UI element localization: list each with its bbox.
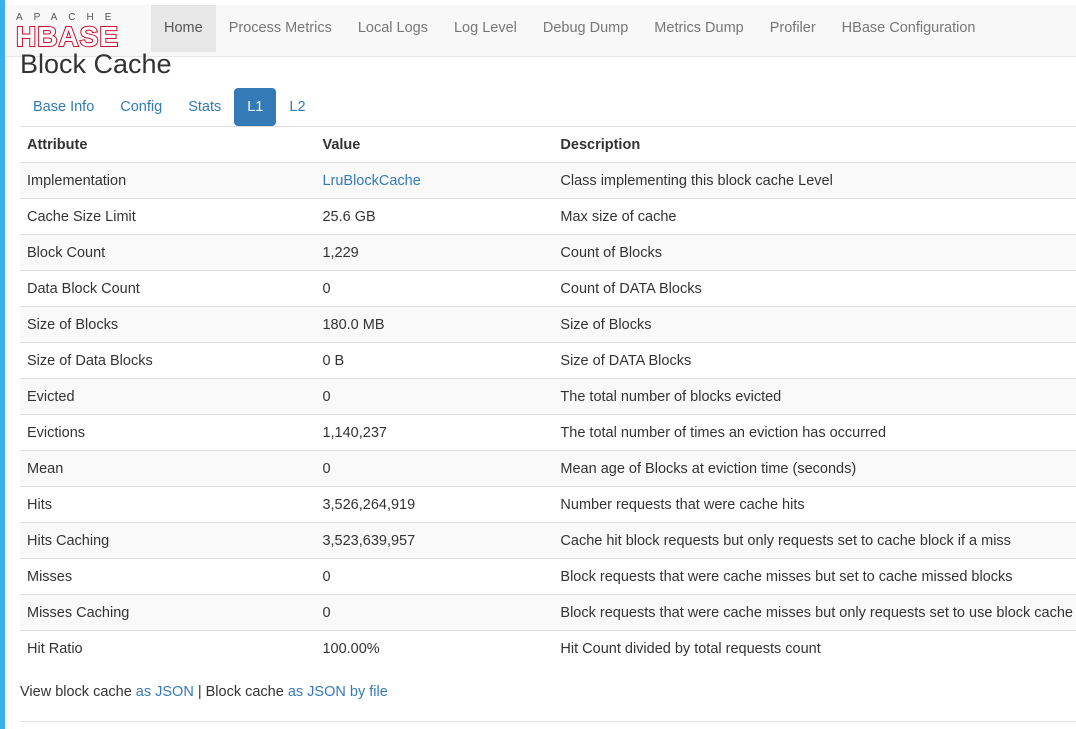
value-cell: 1,140,237 bbox=[315, 414, 554, 451]
value-cell: 1,229 bbox=[315, 234, 554, 271]
page-title: Block Cache bbox=[20, 44, 172, 84]
attribute-cell: Hit Ratio bbox=[20, 630, 316, 666]
table-row: Evicted 0 The total number of blocks evi… bbox=[20, 378, 1076, 415]
table-row: Mean 0 Mean age of Blocks at eviction ti… bbox=[20, 450, 1076, 487]
table-row: Misses Caching 0 Block requests that wer… bbox=[20, 594, 1076, 631]
footer-divider bbox=[20, 721, 1076, 722]
table-row: Cache Size Limit 25.6 GB Max size of cac… bbox=[20, 198, 1076, 235]
attribute-cell: Hits Caching bbox=[20, 522, 316, 559]
value-cell: 0 B bbox=[315, 342, 554, 379]
value-cell: 0 bbox=[315, 594, 554, 631]
nav-profiler[interactable]: Profiler bbox=[757, 5, 829, 52]
value-cell: 100.00% bbox=[315, 630, 554, 666]
description-cell: The total number of blocks evicted bbox=[553, 378, 1076, 415]
value-cell: 25.6 GB bbox=[315, 198, 554, 235]
attribute-cell: Misses bbox=[20, 558, 316, 595]
value-cell: 180.0 MB bbox=[315, 306, 554, 343]
description-cell: Block requests that were cache misses bu… bbox=[553, 558, 1076, 595]
nav-log-level[interactable]: Log Level bbox=[441, 5, 530, 52]
json-links-line: View block cache as JSON | Block cache a… bbox=[20, 684, 388, 700]
table-row: Data Block Count 0 Count of DATA Blocks bbox=[20, 270, 1076, 307]
table-row: Misses 0 Block requests that were cache … bbox=[20, 558, 1076, 595]
tab-base-info[interactable]: Base Info bbox=[20, 88, 107, 126]
table-row: Size of Data Blocks 0 B Size of DATA Blo… bbox=[20, 342, 1076, 379]
description-cell: The total number of times an eviction ha… bbox=[553, 414, 1076, 451]
table-row: Hits 3,526,264,919 Number requests that … bbox=[20, 486, 1076, 523]
footer-text-view: View block cache bbox=[20, 684, 136, 700]
attribute-cell: Misses Caching bbox=[20, 594, 316, 631]
description-cell: Cache hit block requests but only reques… bbox=[553, 522, 1076, 559]
header-value: Value bbox=[315, 126, 554, 163]
main-nav: Home Process Metrics Local Logs Log Leve… bbox=[151, 5, 988, 57]
description-cell: Mean age of Blocks at eviction time (sec… bbox=[553, 450, 1076, 487]
attribute-cell: Evicted bbox=[20, 378, 316, 415]
block-cache-tabs: Base Info Config Stats L1 L2 bbox=[20, 88, 319, 126]
nav-debug-dump[interactable]: Debug Dump bbox=[530, 5, 641, 52]
value-cell: 3,526,264,919 bbox=[315, 486, 554, 523]
table-row: Block Count 1,229 Count of Blocks bbox=[20, 234, 1076, 271]
left-accent-bar bbox=[0, 0, 5, 729]
value-cell: 0 bbox=[315, 270, 554, 307]
description-cell: Count of DATA Blocks bbox=[553, 270, 1076, 307]
lru-block-cache-link[interactable]: LruBlockCache bbox=[322, 173, 420, 189]
attribute-cell: Data Block Count bbox=[20, 270, 316, 307]
description-cell: Size of DATA Blocks bbox=[553, 342, 1076, 379]
table-row: Hits Caching 3,523,639,957 Cache hit blo… bbox=[20, 522, 1076, 559]
attribute-cell: Block Count bbox=[20, 234, 316, 271]
description-cell: Hit Count divided by total requests coun… bbox=[553, 630, 1076, 666]
table-row: Implementation LruBlockCache Class imple… bbox=[20, 162, 1076, 199]
description-cell: Block requests that were cache misses bu… bbox=[553, 594, 1076, 631]
tab-l1[interactable]: L1 bbox=[234, 88, 277, 126]
tab-stats[interactable]: Stats bbox=[175, 88, 234, 126]
description-cell: Number requests that were cache hits bbox=[553, 486, 1076, 523]
table-row: Hit Ratio 100.00% Hit Count divided by t… bbox=[20, 630, 1076, 666]
as-json-by-file-link[interactable]: as JSON by file bbox=[288, 684, 388, 700]
tab-config[interactable]: Config bbox=[107, 88, 175, 126]
attribute-cell: Size of Blocks bbox=[20, 306, 316, 343]
attribute-cell: Cache Size Limit bbox=[20, 198, 316, 235]
block-cache-table: Attribute Value Description Implementati… bbox=[20, 126, 1076, 666]
header-description: Description bbox=[553, 126, 1076, 163]
nav-hbase-configuration[interactable]: HBase Configuration bbox=[829, 5, 989, 52]
value-cell: 0 bbox=[315, 378, 554, 415]
table-row: Evictions 1,140,237 The total number of … bbox=[20, 414, 1076, 451]
value-cell: 0 bbox=[315, 558, 554, 595]
description-cell: Size of Blocks bbox=[553, 306, 1076, 343]
footer-text-block-cache: | Block cache bbox=[193, 684, 288, 700]
nav-process-metrics[interactable]: Process Metrics bbox=[216, 5, 345, 52]
attribute-cell: Implementation bbox=[20, 162, 316, 199]
attribute-cell: Evictions bbox=[20, 414, 316, 451]
value-cell: LruBlockCache bbox=[315, 162, 554, 199]
as-json-link[interactable]: as JSON bbox=[136, 684, 194, 700]
value-cell: 0 bbox=[315, 450, 554, 487]
description-cell: Count of Blocks bbox=[553, 234, 1076, 271]
nav-metrics-dump[interactable]: Metrics Dump bbox=[641, 5, 756, 52]
description-cell: Max size of cache bbox=[553, 198, 1076, 235]
nav-local-logs[interactable]: Local Logs bbox=[345, 5, 441, 52]
table-header-row: Attribute Value Description bbox=[20, 126, 1076, 163]
tab-l2[interactable]: L2 bbox=[276, 88, 318, 126]
page-title-text: Block Cache bbox=[20, 49, 172, 79]
value-cell: 3,523,639,957 bbox=[315, 522, 554, 559]
attribute-cell: Hits bbox=[20, 486, 316, 523]
description-cell: Class implementing this block cache Leve… bbox=[553, 162, 1076, 199]
attribute-cell: Size of Data Blocks bbox=[20, 342, 316, 379]
attribute-cell: Mean bbox=[20, 450, 316, 487]
table-row: Size of Blocks 180.0 MB Size of Blocks bbox=[20, 306, 1076, 343]
header-attribute: Attribute bbox=[20, 126, 316, 163]
